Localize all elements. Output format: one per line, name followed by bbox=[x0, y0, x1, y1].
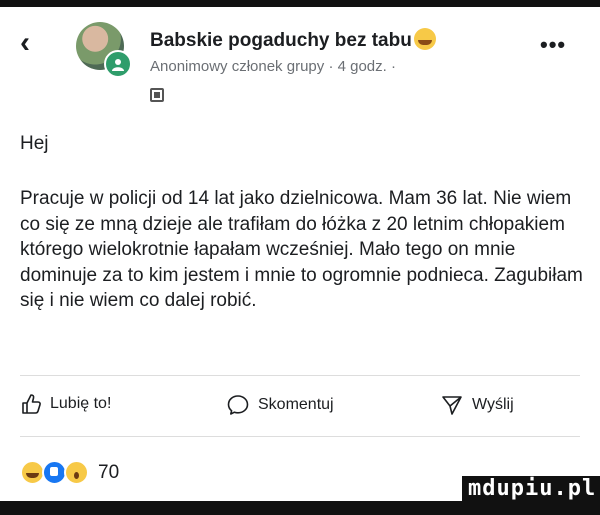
wow-reaction-icon bbox=[64, 460, 89, 485]
group-privacy-icon bbox=[150, 88, 164, 102]
post-greeting: Hej bbox=[20, 133, 49, 154]
top-frame-bar bbox=[0, 0, 600, 7]
reaction-count: 70 bbox=[98, 461, 120, 483]
group-avatar[interactable] bbox=[76, 22, 134, 78]
group-name-text: Babskie pogaduchy bez tabu bbox=[150, 30, 412, 51]
send-button[interactable]: Wyślij bbox=[440, 393, 514, 417]
more-options-button[interactable]: ••• bbox=[540, 32, 566, 58]
bottom-frame-bar bbox=[0, 501, 600, 515]
anonymous-member-icon bbox=[104, 50, 132, 78]
send-label: Wyślij bbox=[472, 396, 514, 413]
back-button[interactable]: ‹ bbox=[20, 28, 30, 58]
meta-separator: · bbox=[328, 58, 334, 75]
author-name[interactable]: Anonimowy członek grupy bbox=[150, 58, 324, 75]
like-button[interactable]: Lubię to! bbox=[20, 393, 111, 415]
watermark-logo: mdupiu.pl bbox=[462, 476, 600, 501]
like-label: Lubię to! bbox=[50, 395, 112, 412]
divider-bottom bbox=[20, 436, 580, 437]
post-body: Pracuje w policji od 14 lat jako dzielni… bbox=[20, 188, 583, 311]
laughing-emoji-icon bbox=[413, 28, 436, 50]
reactions-summary[interactable]: 70 bbox=[20, 460, 119, 485]
post-meta: Anonimowy członek grupy · 4 godz. · bbox=[150, 58, 396, 75]
send-icon bbox=[442, 396, 462, 415]
comment-label: Skomentuj bbox=[258, 396, 334, 413]
comment-button[interactable]: Skomentuj bbox=[226, 393, 334, 417]
comment-bubble-icon bbox=[227, 395, 249, 415]
meta-separator-2: · bbox=[391, 58, 396, 75]
group-name[interactable]: Babskie pogaduchy bez tabu bbox=[150, 28, 436, 52]
thumbs-up-icon bbox=[22, 394, 41, 414]
divider-top bbox=[20, 375, 580, 376]
post-time[interactable]: 4 godz. bbox=[338, 58, 387, 75]
